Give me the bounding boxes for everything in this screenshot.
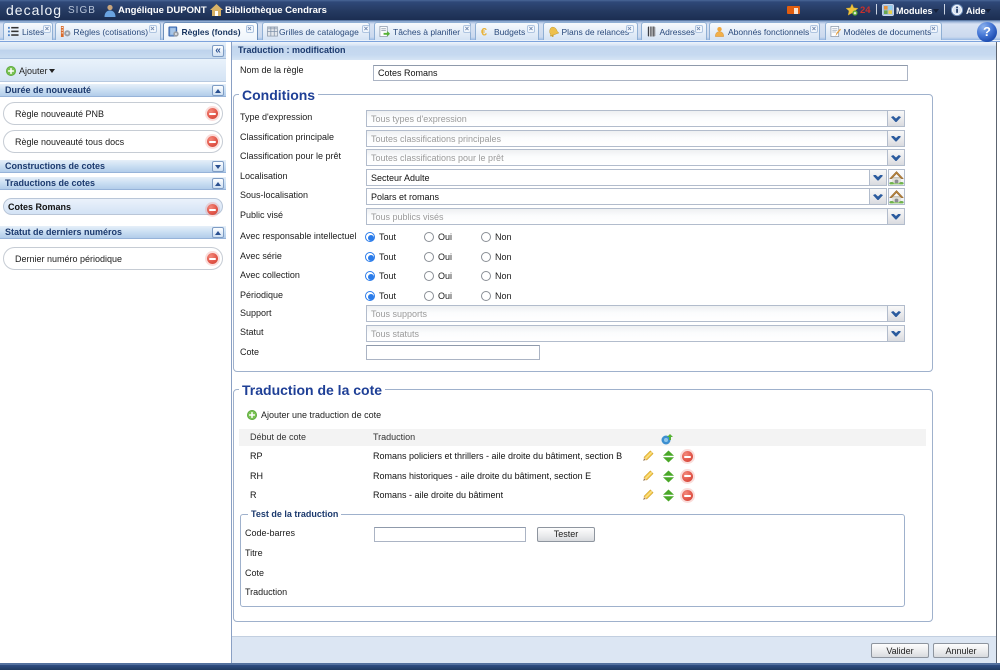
svg-text:€: € xyxy=(481,27,487,37)
